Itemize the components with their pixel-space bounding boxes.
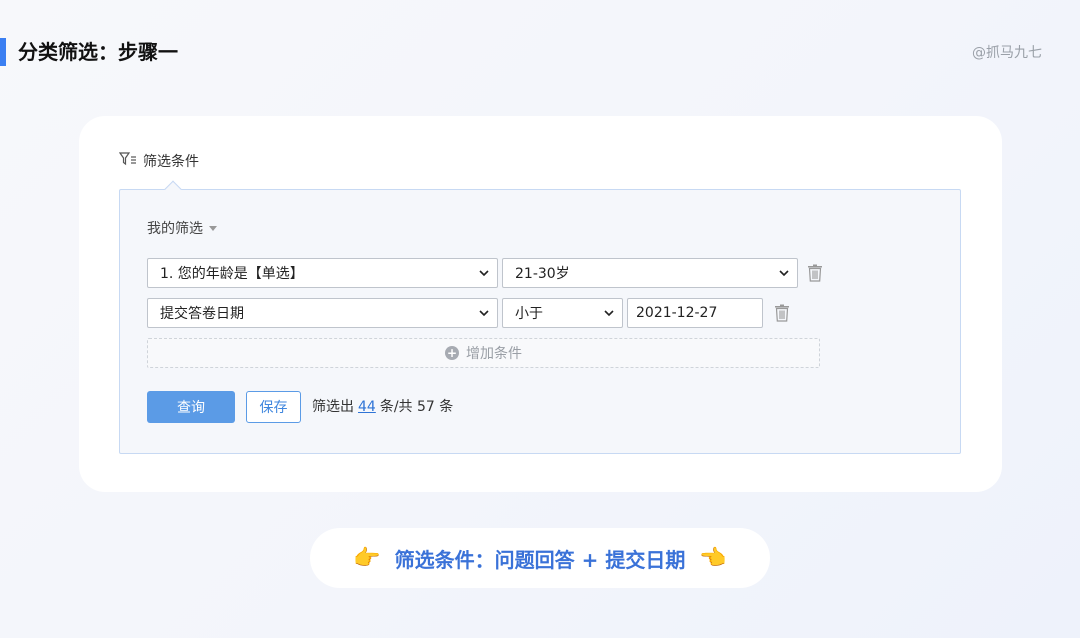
chevron-down-icon bbox=[604, 310, 614, 317]
plus-circle-icon: + bbox=[445, 346, 459, 360]
filter-icon bbox=[118, 152, 143, 170]
filter-section-header[interactable]: 筛选条件 bbox=[118, 150, 199, 172]
my-filter-label: 我的筛选 bbox=[147, 221, 203, 237]
title-accent-bar bbox=[0, 38, 6, 66]
add-condition-button[interactable]: + 增加条件 bbox=[147, 338, 820, 368]
condition-2-delete-button[interactable] bbox=[773, 303, 791, 323]
result-count-link[interactable]: 44 bbox=[358, 391, 376, 423]
chevron-down-icon bbox=[779, 270, 789, 277]
pointing-right-hand-icon: 👉 bbox=[353, 545, 381, 571]
filter-section-label: 筛选条件 bbox=[143, 154, 199, 170]
caption-text: 筛选条件：问题回答 + 提交日期 bbox=[394, 547, 686, 572]
condition-2-field-select[interactable]: 提交答卷日期 bbox=[147, 298, 498, 328]
add-condition-label: 增加条件 bbox=[466, 346, 522, 362]
condition-row-1: 1. 您的年龄是【单选】 21-30岁 bbox=[147, 258, 824, 288]
author-watermark: @抓马九七 bbox=[972, 45, 1042, 61]
condition-2-date-input[interactable]: 2021-12-27 bbox=[627, 298, 763, 328]
caret-down-icon bbox=[209, 225, 217, 231]
trash-icon bbox=[808, 264, 822, 282]
filter-panel: 我的筛选 1. 您的年龄是【单选】 21-30岁 提交答卷日期 小于 2021-… bbox=[119, 180, 961, 454]
panel-notch bbox=[164, 180, 182, 198]
page-title: 分类筛选：步骤一 bbox=[18, 40, 178, 64]
result-prefix: 筛选出 bbox=[312, 399, 354, 415]
chevron-down-icon bbox=[479, 310, 489, 317]
condition-1-field-select[interactable]: 1. 您的年龄是【单选】 bbox=[147, 258, 498, 288]
result-suffix: 条/共 57 条 bbox=[379, 399, 454, 415]
condition-1-value-select[interactable]: 21-30岁 bbox=[502, 258, 798, 288]
save-button[interactable]: 保存 bbox=[246, 391, 301, 423]
my-filter-dropdown[interactable]: 我的筛选 bbox=[147, 218, 217, 238]
condition-1-field-value: 1. 您的年龄是【单选】 bbox=[160, 266, 304, 282]
chevron-down-icon bbox=[479, 270, 489, 277]
condition-2-date-value: 2021-12-27 bbox=[636, 305, 718, 321]
condition-2-operator: 小于 bbox=[515, 306, 543, 322]
condition-2-operator-select[interactable]: 小于 bbox=[502, 298, 623, 328]
query-button[interactable]: 查询 bbox=[147, 391, 235, 423]
result-summary: 筛选出 44 条/共 57 条 bbox=[312, 391, 453, 423]
condition-1-delete-button[interactable] bbox=[806, 263, 824, 283]
trash-icon bbox=[775, 304, 789, 322]
pointing-left-hand-icon: 👈 bbox=[699, 545, 727, 571]
filter-card: 筛选条件 我的筛选 1. 您的年龄是【单选】 21-30岁 提交答卷日期 小于 … bbox=[79, 116, 1002, 492]
condition-2-field-value: 提交答卷日期 bbox=[160, 306, 244, 322]
caption-pill: 👉 筛选条件：问题回答 + 提交日期 👈 bbox=[310, 528, 770, 588]
condition-1-value: 21-30岁 bbox=[515, 266, 570, 282]
condition-row-2: 提交答卷日期 小于 2021-12-27 bbox=[147, 298, 791, 328]
